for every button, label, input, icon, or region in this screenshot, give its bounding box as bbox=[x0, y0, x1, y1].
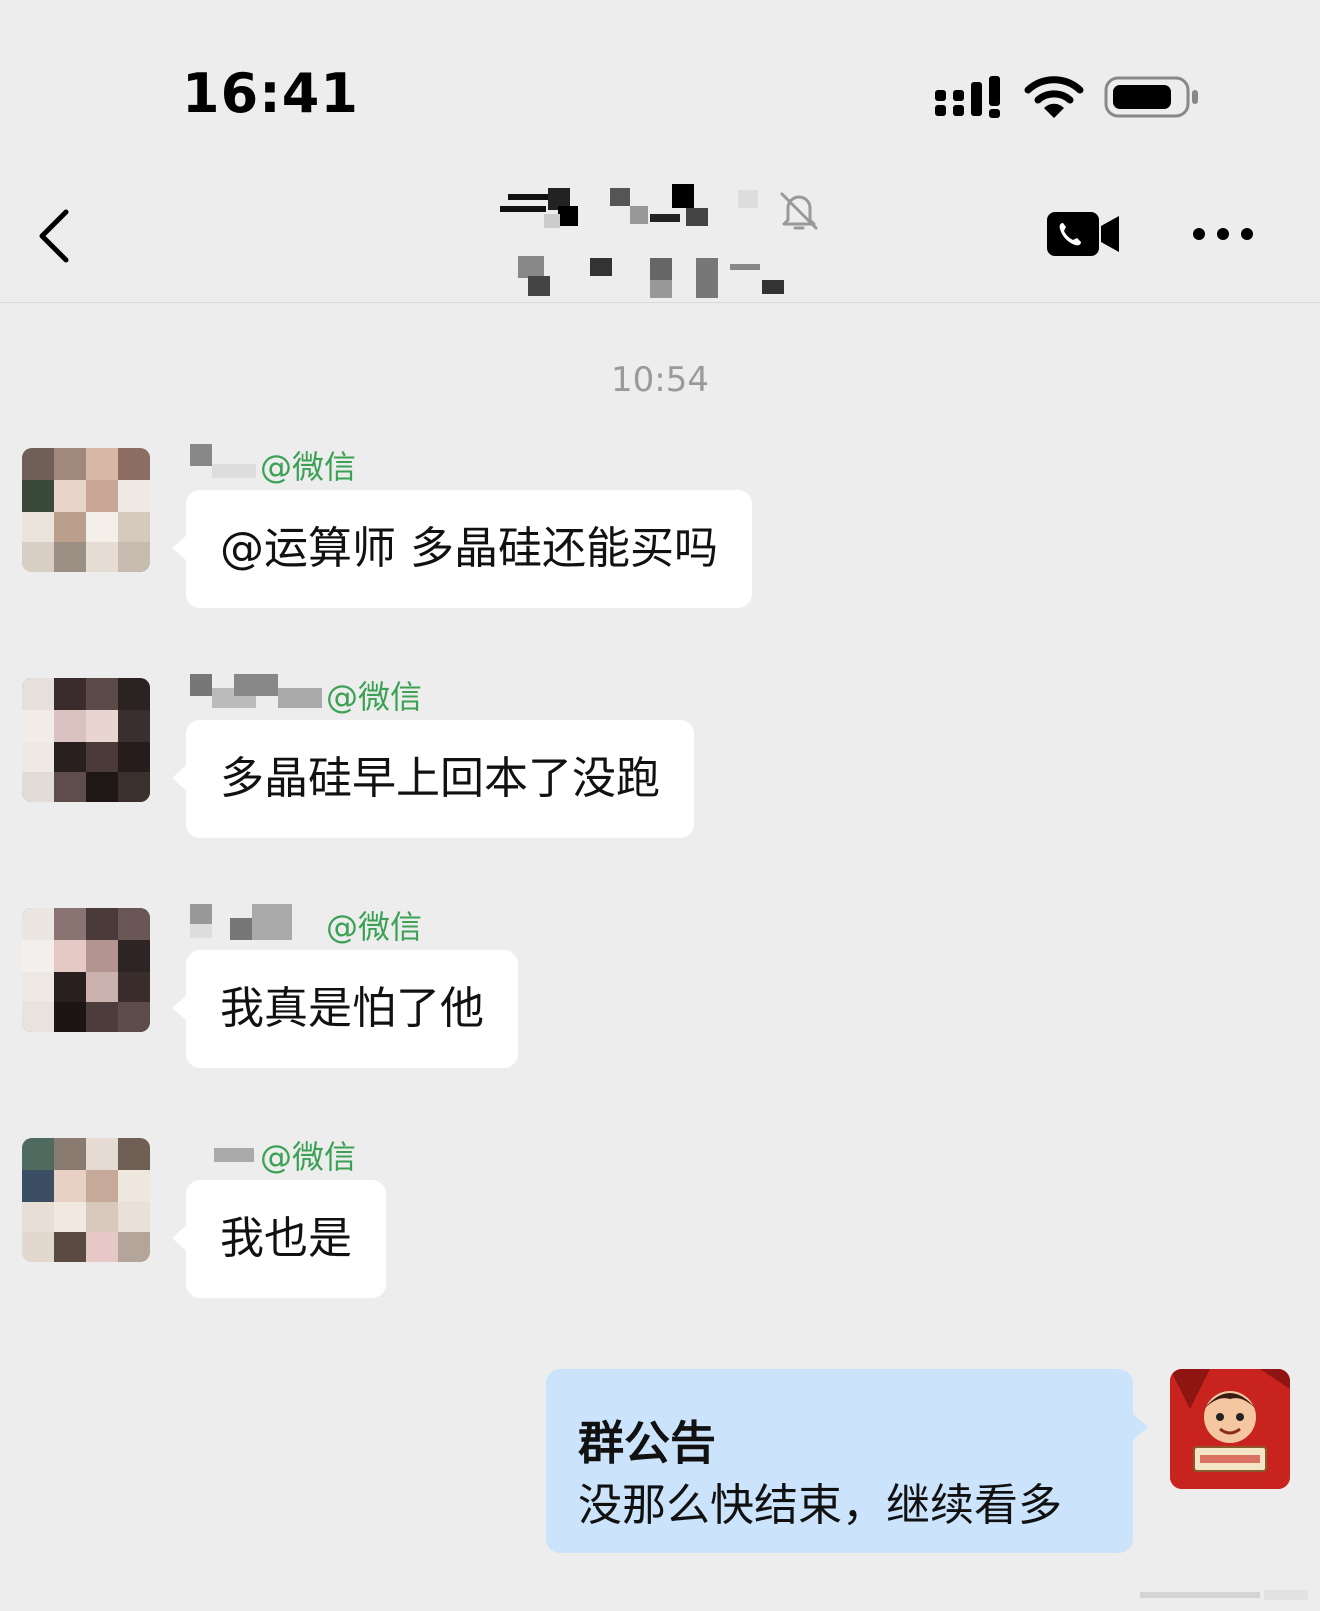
message-item: @微信 多晶硅早上回本了没跑 bbox=[0, 670, 1320, 845]
announcement-body: 没那么快结束，继续看多 bbox=[578, 1480, 1062, 1531]
avatar[interactable] bbox=[22, 678, 150, 802]
sender-name: @微信 bbox=[190, 670, 450, 716]
message-bubble[interactable]: @运算师 多晶硅还能买吗 bbox=[172, 490, 752, 608]
group-announcement-bubble[interactable]: 群公告 没那么快结束，继续看多 bbox=[546, 1369, 1148, 1553]
status-bar: 16:41 bbox=[0, 0, 1320, 170]
chat-header bbox=[0, 170, 1320, 303]
message-bubble[interactable]: 我也是 bbox=[172, 1180, 386, 1298]
message-item: @微信 我也是 bbox=[0, 1130, 1320, 1305]
video-call-icon[interactable] bbox=[1047, 212, 1119, 256]
watermark-decoration bbox=[1140, 1590, 1308, 1600]
avatar[interactable] bbox=[22, 908, 150, 1032]
sender-suffix: @微信 bbox=[326, 908, 423, 946]
signal-icon bbox=[935, 76, 1000, 118]
redacted-name bbox=[214, 1148, 254, 1162]
redacted-name bbox=[190, 444, 212, 466]
sender-suffix: @微信 bbox=[260, 448, 357, 486]
redacted-name bbox=[190, 674, 212, 696]
wifi-icon bbox=[1024, 76, 1084, 118]
avatar[interactable] bbox=[22, 448, 150, 572]
battery-icon bbox=[1104, 76, 1198, 118]
sender-name: @微信 bbox=[190, 440, 390, 486]
redacted-name bbox=[252, 904, 292, 940]
message-bubble[interactable]: 多晶硅早上回本了没跑 bbox=[172, 720, 694, 838]
sender-suffix: @微信 bbox=[260, 1138, 357, 1176]
cartoon-character-icon bbox=[1170, 1369, 1290, 1489]
message-item: @微信 @运算师 多晶硅还能买吗 bbox=[0, 440, 1320, 615]
sender-name: @微信 bbox=[190, 1130, 390, 1176]
mute-icon bbox=[780, 192, 818, 230]
redacted-name bbox=[278, 688, 322, 708]
sender-suffix: @微信 bbox=[326, 678, 423, 716]
back-icon[interactable] bbox=[34, 208, 76, 264]
message-item: @微信 我真是怕了他 bbox=[0, 900, 1320, 1075]
sender-name: @微信 bbox=[190, 900, 450, 946]
message-bubble[interactable]: 我真是怕了他 bbox=[172, 950, 518, 1068]
avatar[interactable] bbox=[22, 1138, 150, 1262]
status-time: 16:41 bbox=[182, 62, 359, 125]
redacted-name bbox=[190, 904, 212, 926]
chat-title-redacted[interactable] bbox=[500, 184, 820, 298]
redacted-name bbox=[234, 674, 278, 696]
redacted-name bbox=[190, 924, 212, 938]
more-icon[interactable] bbox=[1190, 224, 1256, 244]
redacted-name bbox=[230, 918, 252, 940]
my-avatar[interactable] bbox=[1170, 1369, 1290, 1489]
redacted-name bbox=[212, 464, 256, 478]
announcement-title: 群公告 bbox=[578, 1416, 716, 1470]
chat-timestamp: 10:54 bbox=[611, 360, 709, 400]
